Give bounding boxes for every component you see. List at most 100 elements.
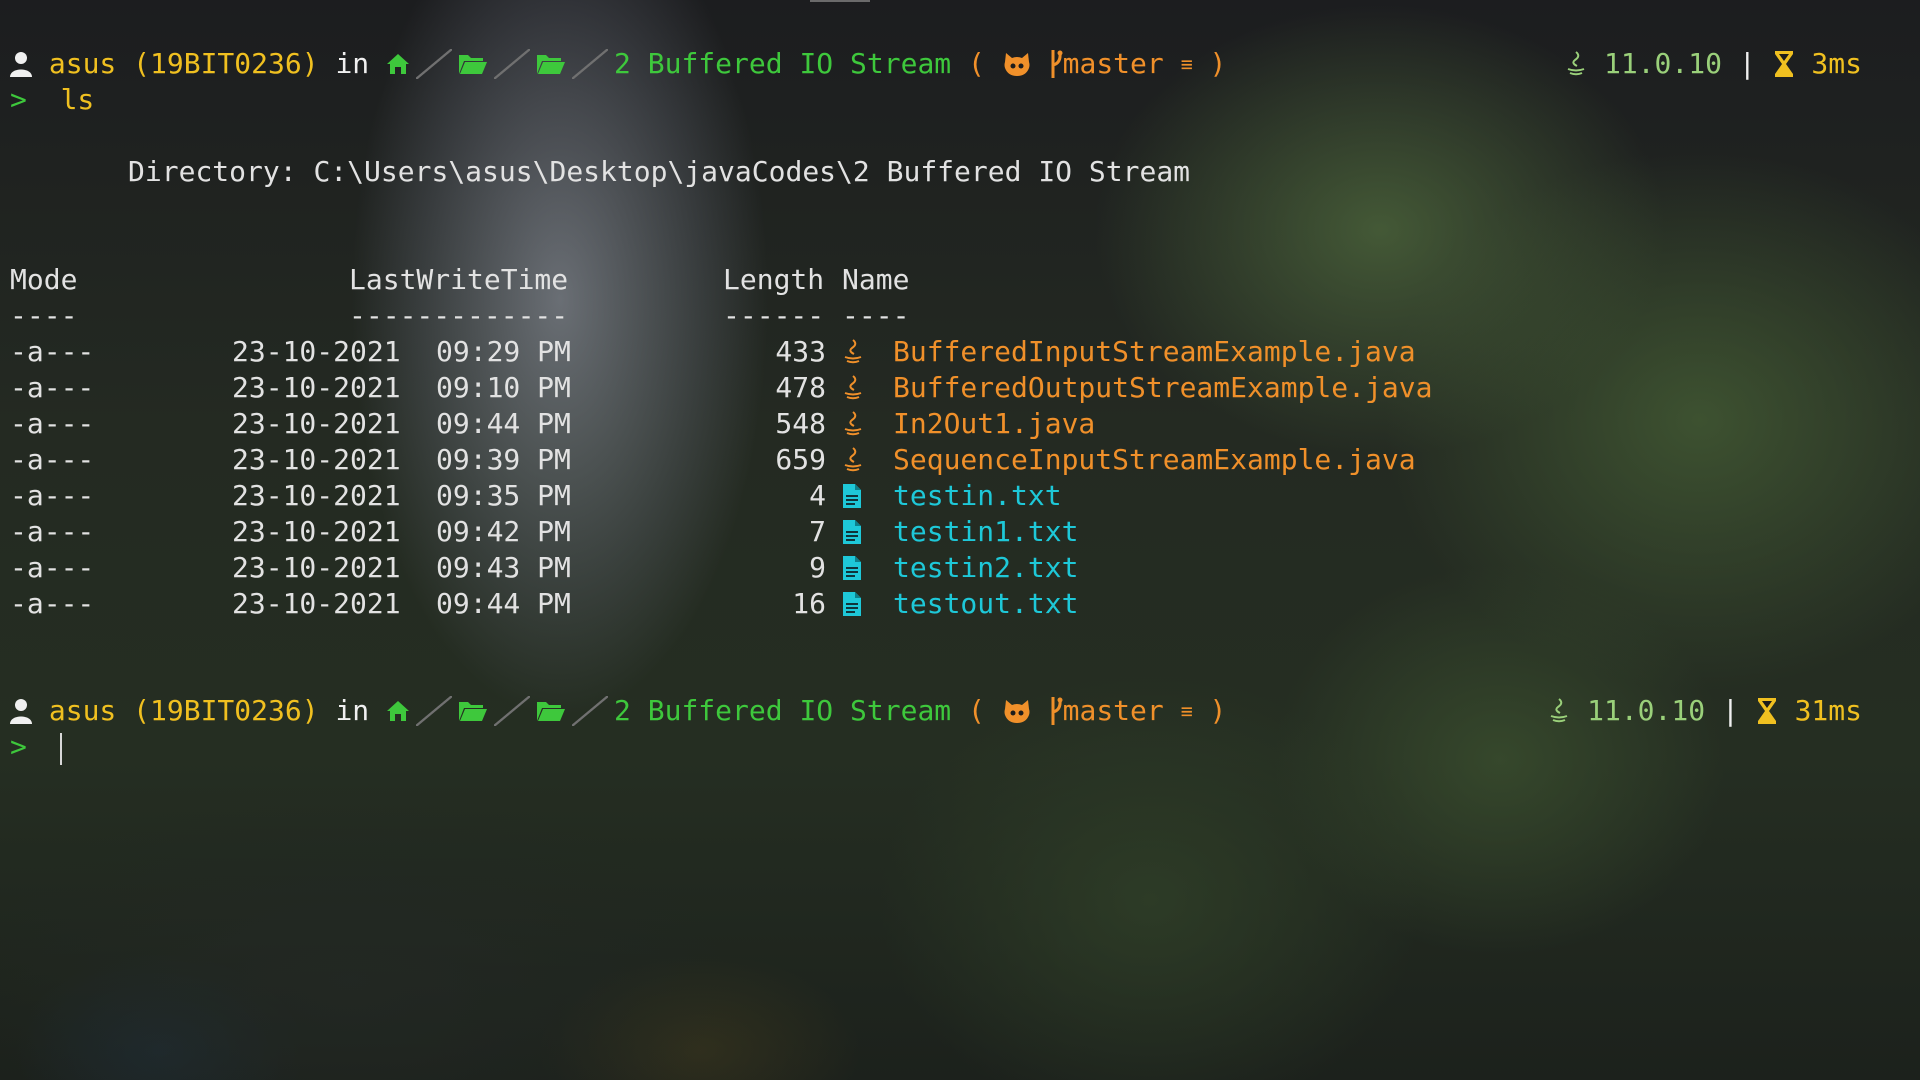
java-file-icon [842, 447, 864, 480]
java-file-icon [842, 411, 864, 444]
header-lastwritetime: LastWriteTime [349, 263, 569, 296]
folder-open-icon [536, 699, 566, 723]
file-length: 16 [792, 587, 826, 620]
file-mode: -a--- [10, 443, 95, 476]
git-paren-open: ( [968, 694, 985, 727]
file-time: 09:42 PM [436, 515, 571, 548]
file-name[interactable]: testin1.txt [893, 515, 1078, 548]
directory-line: Directory: C:\Users\asus\Desktop\javaCod… [10, 154, 1190, 190]
command-line-1: > ls [10, 82, 94, 118]
file-icon [842, 519, 862, 552]
file-name[interactable]: BufferedOutputStreamExample.java [893, 371, 1432, 404]
file-date: 23-10-2021 [232, 551, 401, 584]
file-mode: -a--- [10, 371, 95, 404]
file-date: 23-10-2021 [232, 407, 401, 440]
prompt-marker: > [10, 730, 27, 763]
file-date: 23-10-2021 [232, 371, 401, 404]
prompt-line-1: asus (19BIT0236) in 2 Buffered IO Stream… [10, 46, 1862, 82]
file-time: 09:44 PM [436, 587, 571, 620]
file-time: 09:35 PM [436, 479, 571, 512]
file-mode: -a--- [10, 335, 95, 368]
file-icon [842, 483, 862, 516]
hourglass-icon [1773, 50, 1795, 78]
file-mode: -a--- [10, 551, 95, 584]
underline-length: ------ [723, 299, 825, 332]
file-length: 7 [809, 515, 826, 548]
hourglass-icon [1756, 697, 1778, 725]
java-icon [1565, 51, 1587, 77]
file-date: 23-10-2021 [232, 587, 401, 620]
file-length: 478 [775, 371, 826, 404]
prompt-marker: > [10, 83, 27, 116]
header-name: Name [842, 263, 910, 296]
github-cat-icon [1002, 51, 1032, 77]
file-name[interactable]: In2Out1.java [893, 407, 1095, 440]
folder-open-icon [458, 699, 488, 723]
command-text: ls [60, 83, 95, 116]
status-divider: | [1721, 694, 1739, 727]
file-time: 09:43 PM [436, 551, 571, 584]
command-line-2[interactable]: > [10, 729, 61, 765]
git-paren-close: ) [1209, 694, 1227, 727]
file-name[interactable]: testout.txt [893, 587, 1078, 620]
file-length: 659 [775, 443, 826, 476]
git-paren-close: ) [1209, 47, 1227, 80]
prompt-user: asus (19BIT0236) [48, 694, 319, 727]
file-name[interactable]: testin.txt [893, 479, 1062, 512]
file-mode: -a--- [10, 587, 95, 620]
path-separator [572, 696, 609, 726]
path-separator [416, 696, 453, 726]
path-separator [494, 49, 531, 79]
file-length: 548 [775, 407, 826, 440]
prompt-line-2: asus (19BIT0236) in 2 Buffered IO Stream… [10, 693, 1862, 729]
path-separator [494, 696, 531, 726]
header-mode: Mode [10, 263, 78, 296]
file-time: 09:44 PM [436, 407, 571, 440]
directory-path: C:\Users\asus\Desktop\javaCodes\2 Buffer… [313, 155, 1191, 188]
file-name[interactable]: BufferedInputStreamExample.java [893, 335, 1416, 368]
git-branch-icon [1049, 49, 1063, 79]
git-branch-name: master [1062, 694, 1164, 727]
text-cursor [60, 733, 62, 765]
file-date: 23-10-2021 [232, 335, 401, 368]
home-icon [386, 52, 410, 76]
file-time: 09:29 PM [436, 335, 571, 368]
java-version: 11.0.10 [1587, 694, 1706, 727]
status-divider: | [1738, 47, 1756, 80]
file-time: 09:10 PM [436, 371, 571, 404]
file-length: 4 [809, 479, 826, 512]
header-length: Length [723, 263, 825, 296]
path-separator [416, 49, 453, 79]
file-length: 9 [809, 551, 826, 584]
user-icon [10, 51, 32, 77]
java-icon [1548, 698, 1570, 724]
home-icon [386, 699, 410, 723]
java-file-icon [842, 375, 864, 408]
git-branch-state: ≡ [1180, 52, 1193, 76]
file-name[interactable]: testin2.txt [893, 551, 1078, 584]
prompt-user: asus (19BIT0236) [48, 47, 319, 80]
command-duration: 31ms [1794, 694, 1862, 727]
underline-name: ---- [842, 299, 910, 332]
file-icon [842, 555, 862, 588]
command-duration: 3ms [1811, 47, 1862, 80]
file-date: 23-10-2021 [232, 443, 401, 476]
prompt-in: in [335, 694, 370, 727]
folder-open-icon [536, 52, 566, 76]
git-branch-name: master [1062, 47, 1164, 80]
github-cat-icon [1002, 698, 1032, 724]
file-mode: -a--- [10, 407, 95, 440]
file-date: 23-10-2021 [232, 479, 401, 512]
underline-lastwritetime: ------------- [349, 299, 569, 332]
git-paren-open: ( [968, 47, 985, 80]
file-icon [842, 591, 862, 624]
java-version: 11.0.10 [1603, 47, 1722, 80]
path-separator [572, 49, 609, 79]
file-name[interactable]: SequenceInputStreamExample.java [893, 443, 1416, 476]
prompt-in: in [335, 47, 370, 80]
underline-mode: ---- [10, 299, 78, 332]
folder-open-icon [458, 52, 488, 76]
directory-label: Directory: [128, 155, 297, 188]
window-edge-indicator [810, 0, 870, 2]
file-mode: -a--- [10, 515, 95, 548]
